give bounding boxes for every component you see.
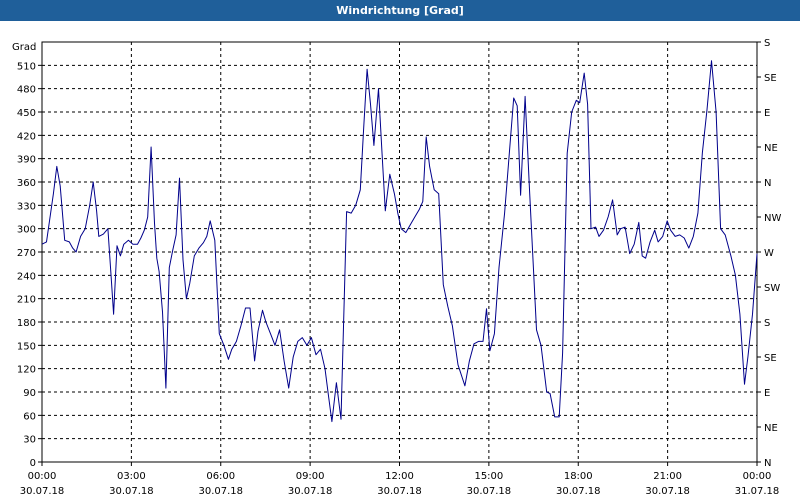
right-tick-label: N (764, 178, 771, 189)
right-tick-label: E (764, 388, 770, 399)
x-tick-date: 31.07.18 (735, 486, 780, 497)
x-tick-date: 30.07.18 (20, 486, 65, 497)
y-tick-label: 270 (17, 248, 36, 259)
right-tick-label: NE (764, 143, 778, 154)
x-tick-time: 15:00 (474, 471, 503, 482)
y-tick-label: 240 (17, 271, 36, 282)
right-tick-label: S (764, 38, 770, 49)
right-tick-label: S (764, 318, 770, 329)
right-tick-label: W (764, 248, 774, 259)
x-tick-date: 30.07.18 (467, 486, 512, 497)
x-tick-time: 03:00 (117, 471, 146, 482)
right-tick-label: SW (764, 283, 780, 294)
y-tick-label: 210 (17, 295, 36, 306)
x-tick-date: 30.07.18 (109, 486, 154, 497)
x-tick-date: 30.07.18 (377, 486, 422, 497)
right-axis-ticks: N NE E SE S SW W NW N NE E SE S (757, 38, 781, 469)
grid (42, 42, 757, 462)
x-tick-time: 00:00 (743, 471, 772, 482)
window-title: Windrichtung [Grad] (0, 0, 800, 21)
x-tick-time: 06:00 (206, 471, 235, 482)
y-tick-label: 420 (17, 131, 36, 142)
right-tick-label: NE (764, 423, 778, 434)
y-axis-label: Grad (12, 42, 36, 53)
x-tick-date: 30.07.18 (556, 486, 601, 497)
x-tick-date: 30.07.18 (288, 486, 333, 497)
y-tick-label: 510 (17, 61, 36, 72)
x-tick-time: 12:00 (385, 471, 414, 482)
y-tick-label: 120 (17, 365, 36, 376)
right-tick-label: SE (764, 73, 777, 84)
y-tick-label: 480 (17, 85, 36, 96)
y-tick-label: 0 (30, 458, 36, 469)
y-tick-label: 150 (17, 341, 36, 352)
y-tick-label: 450 (17, 108, 36, 119)
y-tick-label: 60 (23, 411, 36, 422)
x-tick-time: 09:00 (296, 471, 325, 482)
y-tick-label: 90 (23, 388, 36, 399)
y-tick-label: 180 (17, 318, 36, 329)
x-tick-date: 30.07.18 (198, 486, 243, 497)
y-tick-label: 360 (17, 178, 36, 189)
y-tick-label: 300 (17, 225, 36, 236)
x-tick-time: 18:00 (564, 471, 593, 482)
y-tick-label: 330 (17, 201, 36, 212)
x-tick-time: 21:00 (653, 471, 682, 482)
x-ticks: 00:00 30.07.18 03:00 30.07.18 06:00 30.07.18 0… (20, 462, 780, 497)
wind-direction-chart: Grad 0 30 60 90 120 150 180 210 240 270 300 330 360 3… (12, 38, 781, 497)
right-tick-label: SE (764, 353, 777, 364)
x-tick-time: 00:00 (28, 471, 57, 482)
y-tick-label: 390 (17, 155, 36, 166)
right-tick-label: E (764, 108, 770, 119)
right-tick-label: NW (764, 213, 781, 224)
y-tick-label: 30 (23, 435, 36, 446)
y-ticks: 0 30 60 90 120 150 180 210 240 270 300 330 360 390 420… (17, 61, 42, 469)
x-tick-date: 30.07.18 (645, 486, 690, 497)
right-tick-label: N (764, 458, 771, 469)
